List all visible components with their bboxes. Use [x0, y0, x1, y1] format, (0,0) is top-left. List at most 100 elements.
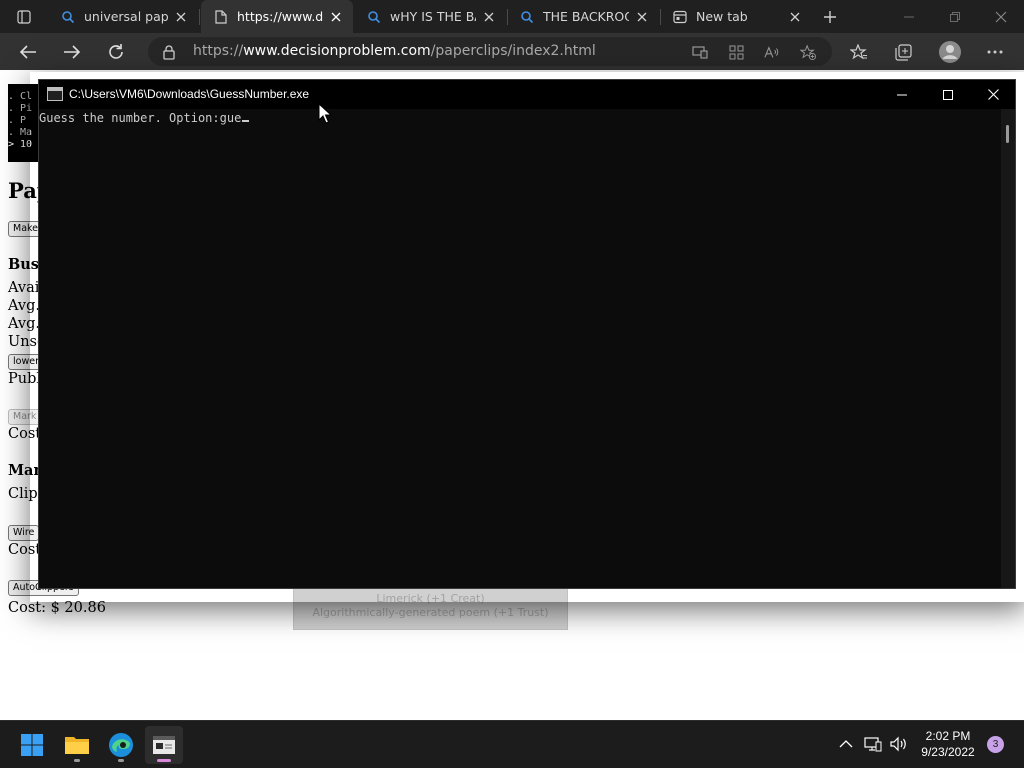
profile-avatar[interactable] — [935, 37, 965, 67]
close-icon[interactable] — [172, 8, 190, 26]
active-indicator — [157, 759, 171, 762]
console-scrollbar[interactable] — [1001, 109, 1015, 588]
grid-icon[interactable] — [728, 44, 744, 60]
tab-label: New tab — [696, 9, 748, 24]
read-aloud-icon[interactable] — [764, 44, 780, 60]
console-app-icon — [47, 87, 63, 101]
marketing-button[interactable]: Mark — [8, 409, 42, 425]
running-indicator — [118, 759, 124, 762]
console-line: . P — [8, 115, 27, 126]
back-button[interactable] — [12, 36, 44, 68]
console-title: C:\Users\VM6\Downloads\GuessNumber.exe — [69, 87, 310, 101]
autoclippers-cost-label: Cost: $ 20.86 — [8, 600, 106, 616]
avg-clips-label: Avg. — [8, 316, 40, 332]
folder-icon — [65, 737, 89, 754]
app-available-icon[interactable] — [692, 44, 708, 60]
console-output[interactable]: Guess the number. Option:gue — [39, 111, 250, 125]
tab-label: wHY IS THE BACKROOMS — [390, 9, 476, 24]
chevron-up-icon[interactable] — [835, 733, 857, 755]
minimize-icon — [897, 94, 907, 95]
tab-universal-paperclips[interactable]: universal paperclips — [48, 0, 198, 33]
wire-cost-label: Cost — [8, 542, 42, 558]
console-maximize-button[interactable] — [925, 80, 971, 109]
buy-wire-button[interactable]: Wire — [8, 525, 40, 541]
tab-label: universal paperclips — [84, 9, 168, 24]
more-options-icon[interactable] — [980, 37, 1010, 67]
minimize-icon — [904, 16, 914, 17]
console-close-button[interactable] — [970, 80, 1016, 109]
console-line: . Pi — [8, 103, 33, 114]
close-icon — [987, 89, 999, 100]
browser-tab-bar: universal paperclips https://www.decisio… — [0, 0, 1024, 33]
tab-label: THE BACKROOMS — [543, 9, 629, 24]
available-funds-label: Avai — [8, 280, 40, 296]
maximize-icon — [943, 89, 953, 100]
scrollbar-thumb[interactable] — [1006, 125, 1009, 143]
newtab-icon — [672, 9, 688, 25]
text-cursor — [242, 120, 250, 122]
tab-new-tab[interactable]: New tab — [660, 0, 812, 33]
new-tab-button[interactable] — [814, 0, 846, 33]
console-text: Guess the number. Option:gue — [39, 111, 242, 125]
avatar-icon — [939, 41, 961, 63]
favorites-icon[interactable] — [844, 37, 874, 67]
project-tooltip: Limerick (+1 Creat) Algorithmically-gene… — [293, 588, 568, 630]
back-arrow-icon — [19, 45, 36, 59]
refresh-button[interactable] — [100, 36, 132, 68]
terminal-icon — [153, 736, 175, 754]
public-demand-label: Publ — [8, 371, 42, 387]
tab-label: https://www.decisionproblem.com/papercli… — [237, 9, 323, 24]
browser-toolbar: https://www.decisionproblem.com/papercli… — [0, 33, 1024, 70]
console-line: > 10 — [8, 139, 33, 150]
close-icon[interactable] — [327, 8, 345, 26]
clock-time: 2:02 PM — [925, 729, 971, 743]
search-icon — [366, 9, 382, 25]
tab-decisionproblem[interactable]: https://www.decisionproblem.com/papercli… — [201, 0, 353, 33]
start-button[interactable] — [13, 726, 51, 764]
close-window-button[interactable] — [978, 0, 1024, 33]
volume-icon[interactable] — [888, 733, 910, 755]
console-minimize-button[interactable] — [879, 80, 925, 109]
search-icon — [60, 9, 76, 25]
console-app-button[interactable] — [145, 726, 183, 764]
close-icon[interactable] — [480, 8, 498, 26]
collections-icon[interactable] — [888, 37, 918, 67]
minimize-button[interactable] — [886, 0, 932, 33]
tab-actions-icon[interactable] — [8, 0, 40, 33]
tab-the-backrooms[interactable]: THE BACKROOMS — [507, 0, 659, 33]
console-titlebar[interactable]: C:\Users\VM6\Downloads\GuessNumber.exe — [39, 80, 1015, 109]
forward-button[interactable] — [56, 36, 88, 68]
marketing-cost-label: Cost — [8, 426, 42, 442]
search-icon — [519, 9, 535, 25]
file-explorer-button[interactable] — [58, 726, 96, 764]
address-bar[interactable]: https://www.decisionproblem.com/papercli… — [148, 37, 832, 66]
restore-button[interactable] — [932, 0, 978, 33]
taskbar: 2:02 PM 9/23/2022 3 — [0, 720, 1024, 768]
windows-logo-icon — [21, 734, 43, 756]
project-limerick: Limerick (+1 Creat) — [376, 592, 485, 605]
running-indicator — [74, 759, 80, 762]
close-icon[interactable] — [786, 8, 804, 26]
tab-divider — [199, 9, 200, 25]
refresh-icon — [109, 44, 123, 59]
notification-badge[interactable]: 3 — [987, 736, 1004, 753]
edge-icon — [109, 733, 133, 757]
console-window[interactable]: C:\Users\VM6\Downloads\GuessNumber.exe G… — [38, 79, 1016, 589]
restore-icon — [950, 11, 960, 22]
close-icon[interactable] — [633, 8, 651, 26]
network-icon[interactable] — [862, 733, 884, 755]
mouse-pointer-icon — [318, 103, 332, 124]
console-line: . Cl — [8, 91, 33, 102]
tab-why-is-the-backrooms[interactable]: wHY IS THE BACKROOMS — [354, 0, 506, 33]
system-clock[interactable]: 2:02 PM 9/23/2022 — [912, 728, 984, 760]
add-favorite-icon[interactable] — [800, 44, 816, 60]
page-icon — [213, 9, 229, 25]
edge-browser-button[interactable] — [102, 726, 140, 764]
plus-icon — [824, 10, 836, 23]
avg-rev-label: Avg. — [8, 298, 40, 314]
url-text: https://www.decisionproblem.com/papercli… — [193, 43, 596, 59]
project-poem: Algorithmically-generated poem (+1 Trust… — [312, 606, 549, 619]
lock-icon[interactable] — [161, 44, 177, 60]
close-icon — [995, 11, 1007, 22]
clock-date: 9/23/2022 — [921, 745, 975, 759]
